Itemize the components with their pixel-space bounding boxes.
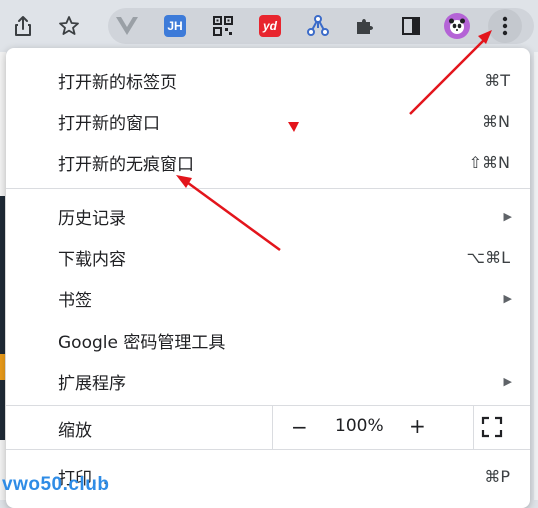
- zoom-controls: − 100% +: [272, 405, 531, 449]
- share-icon[interactable]: [8, 11, 38, 41]
- zoom-divider: [473, 405, 474, 449]
- zoom-level: 100%: [335, 416, 384, 436]
- menu-separator: [6, 449, 530, 450]
- zoom-in-button[interactable]: +: [409, 414, 426, 438]
- more-menu-button[interactable]: [488, 9, 522, 43]
- more-menu-icon: [488, 9, 522, 43]
- jh-extension-icon[interactable]: JH: [160, 11, 190, 41]
- zoom-label: 缩放: [58, 421, 92, 441]
- menu-item-extensions[interactable]: 扩展程序 ▶: [6, 361, 530, 401]
- menu-separator: [6, 188, 530, 189]
- menu-item-new-incognito-window[interactable]: 打开新的无痕窗口 ⇧⌘N: [6, 142, 530, 182]
- shortcut-incognito: ⇧⌘N: [468, 152, 510, 172]
- menu-item-bookmarks[interactable]: 书签 ▶: [6, 278, 530, 318]
- profile-avatar[interactable]: [442, 11, 472, 41]
- side-panel-icon[interactable]: [396, 11, 426, 41]
- star-icon[interactable]: [54, 11, 84, 41]
- menu-item-history[interactable]: 历史记录 ▶: [6, 196, 530, 236]
- page-background-accent: [0, 354, 5, 380]
- menu-item-downloads[interactable]: 下载内容 ⌥⌘L: [6, 237, 530, 277]
- menu-item-new-window[interactable]: 打开新的窗口 ⌘N: [6, 101, 530, 141]
- browser-toolbar: JH yd: [0, 0, 538, 52]
- panda-avatar-icon: [444, 13, 470, 39]
- vue-devtools-icon[interactable]: [112, 11, 142, 41]
- chrome-main-menu: 打开新的标签页 ⌘T 打开新的窗口 ⌘N 打开新的无痕窗口 ⇧⌘N 历史记录 ▶…: [6, 48, 530, 508]
- submenu-arrow-icon: ▶: [503, 374, 512, 388]
- page-background-right: [534, 52, 538, 500]
- menu-item-password-manager[interactable]: Google 密码管理工具: [6, 320, 530, 360]
- zoom-row: 缩放 − 100% +: [6, 405, 530, 449]
- zoom-out-button[interactable]: −: [291, 415, 308, 439]
- puzzle-extensions-icon[interactable]: [350, 11, 380, 41]
- shortcut-new-window: ⌘N: [482, 111, 510, 131]
- graph-extension-icon[interactable]: [303, 11, 333, 41]
- shortcut-print: ⌘P: [484, 466, 510, 486]
- shortcut-new-tab: ⌘T: [484, 70, 510, 90]
- submenu-arrow-icon: ▶: [503, 209, 512, 223]
- page-background-dark: [0, 196, 5, 440]
- youdao-icon[interactable]: yd: [255, 11, 285, 41]
- submenu-arrow-icon: ▶: [503, 291, 512, 305]
- menu-item-new-tab[interactable]: 打开新的标签页 ⌘T: [6, 60, 530, 100]
- fullscreen-icon[interactable]: [481, 416, 503, 438]
- shortcut-downloads: ⌥⌘L: [466, 247, 510, 267]
- qr-code-icon[interactable]: [208, 11, 238, 41]
- watermark: vwo50.club: [2, 474, 110, 495]
